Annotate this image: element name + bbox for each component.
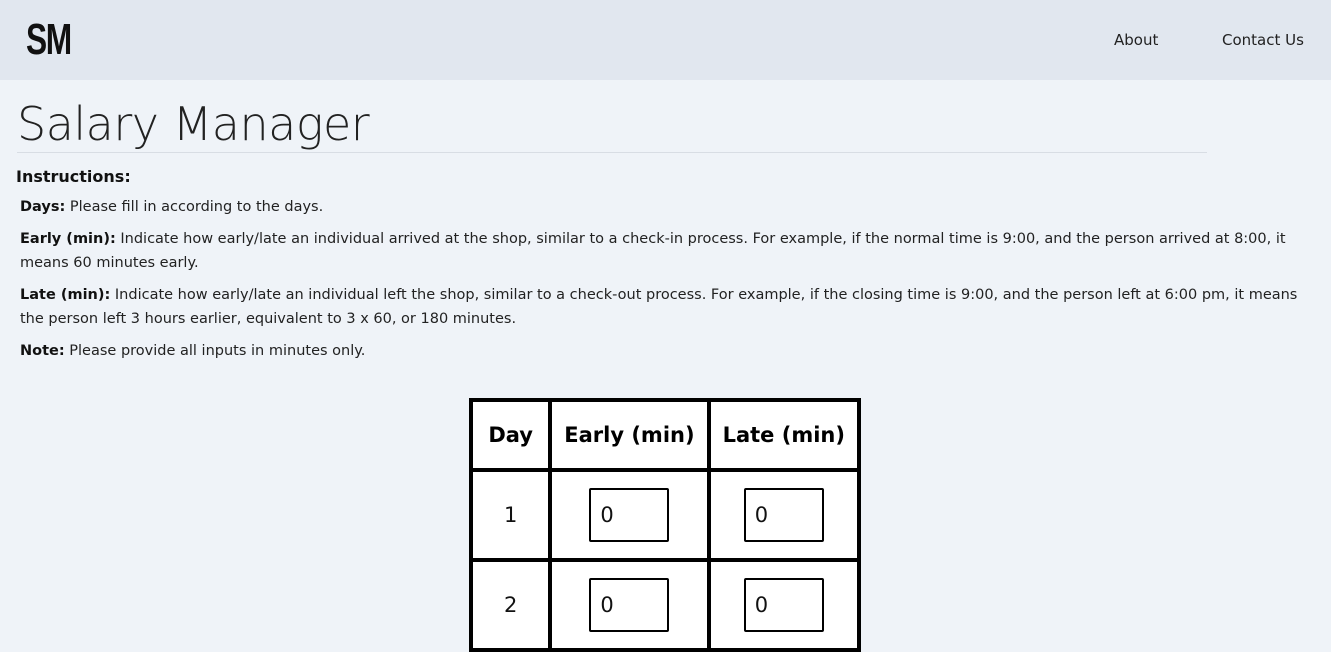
- instruction-days-text: Please fill in according to the days.: [65, 199, 324, 215]
- instruction-late: Late (min): Indicate how early/late an i…: [20, 283, 1310, 331]
- logo[interactable]: SM: [26, 14, 72, 66]
- instruction-days: Days: Please fill in according to the da…: [20, 195, 1310, 219]
- late-input-day-2[interactable]: [743, 578, 824, 632]
- early-input-day-2[interactable]: [589, 578, 670, 632]
- column-header-day: Day: [468, 398, 553, 472]
- instruction-note-term: Note:: [20, 343, 65, 359]
- late-cell: [706, 468, 862, 562]
- late-cell: [706, 558, 862, 652]
- late-input-day-1[interactable]: [743, 488, 824, 542]
- instruction-note-text: Please provide all inputs in minutes onl…: [64, 343, 366, 359]
- table-row: 2: [468, 558, 862, 652]
- day-cell: 1: [468, 468, 553, 562]
- instruction-late-term: Late (min):: [20, 287, 111, 303]
- table-header-row: Day Early (min) Late (min): [468, 398, 862, 472]
- instruction-early-term: Early (min):: [20, 231, 116, 247]
- top-navbar: SM About Contact Us: [0, 0, 1331, 80]
- title-divider: [17, 152, 1207, 153]
- instruction-note: Note: Please provide all inputs in minut…: [20, 339, 1310, 363]
- early-input-day-1[interactable]: [589, 488, 670, 542]
- nav-contact-link[interactable]: Contact Us: [1222, 30, 1304, 50]
- early-cell: [548, 468, 711, 562]
- table-row: 1: [468, 468, 862, 562]
- salary-table: Day Early (min) Late (min) 1 2: [468, 398, 862, 652]
- instruction-early: Early (min): Indicate how early/late an …: [20, 227, 1310, 275]
- salary-table-wrapper: Day Early (min) Late (min) 1 2: [468, 398, 862, 652]
- nav-about-link[interactable]: About: [1114, 30, 1158, 50]
- page-title: Salary Manager: [17, 97, 370, 151]
- column-header-late: Late (min): [706, 398, 862, 472]
- instructions-heading: Instructions:: [16, 167, 131, 186]
- column-header-early: Early (min): [548, 398, 711, 472]
- instruction-days-term: Days:: [20, 199, 66, 215]
- early-cell: [548, 558, 711, 652]
- instruction-early-text: Indicate how early/late an individual ar…: [20, 231, 1286, 271]
- day-cell: 2: [468, 558, 553, 652]
- instruction-late-text: Indicate how early/late an individual le…: [20, 287, 1298, 327]
